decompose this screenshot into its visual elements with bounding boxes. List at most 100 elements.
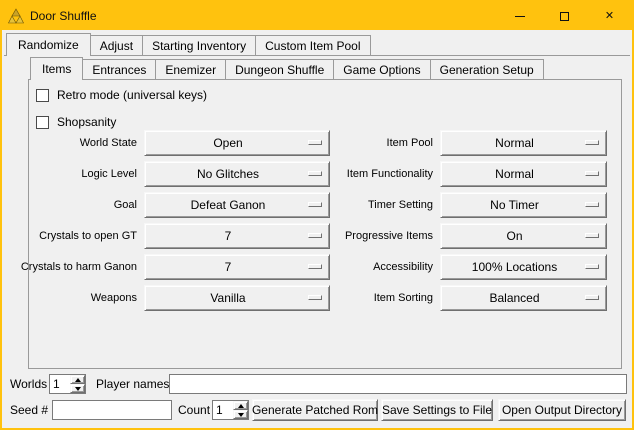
item-functionality-label: Item Functionality [347, 168, 433, 180]
item-pool-dropdown[interactable]: Normal [440, 130, 607, 156]
item-pool-value: Normal [495, 136, 534, 150]
timer-setting-dropdown[interactable]: No Timer [440, 192, 607, 218]
logic-level-dropdown[interactable]: No Glitches [144, 161, 330, 187]
tab-enemizer-label: Enemizer [165, 63, 216, 77]
tab-dungeon-shuffle-label: Dungeon Shuffle [235, 63, 324, 77]
tab-starting-inventory-label: Starting Inventory [152, 39, 246, 53]
timer-setting-value: No Timer [490, 198, 539, 212]
tab-generation-setup-label: Generation Setup [440, 63, 534, 77]
inner-tabbar: Items Entrances Enemizer Dungeon Shuffle… [30, 56, 543, 79]
arrow-down-icon [75, 387, 81, 391]
worlds-spinbox[interactable] [49, 374, 86, 394]
goal-value: Defeat Ganon [191, 198, 266, 212]
crystals-harm-ganon-dropdown[interactable]: 7 [144, 254, 330, 280]
tab-randomize[interactable]: Randomize [6, 33, 91, 56]
player-names-label: Player names [96, 374, 169, 394]
crystals-open-gt-dropdown[interactable]: 7 [144, 223, 330, 249]
app-icon [8, 8, 24, 24]
arrow-down-icon [238, 413, 244, 417]
count-input[interactable] [213, 401, 233, 419]
dropdown-indicator-icon [585, 295, 599, 300]
tab-enemizer[interactable]: Enemizer [155, 59, 226, 79]
logic-level-value: No Glitches [197, 167, 259, 181]
save-settings-button[interactable]: Save Settings to File [381, 399, 493, 421]
tab-items-label: Items [42, 62, 71, 76]
tab-entrances-label: Entrances [92, 63, 146, 77]
count-spinbox[interactable] [212, 400, 249, 420]
options-grid: World State Open Item Pool Normal Logic … [33, 130, 607, 311]
tab-dungeon-shuffle[interactable]: Dungeon Shuffle [225, 59, 334, 79]
weapons-label: Weapons [91, 292, 137, 304]
tab-custom-item-pool-label: Custom Item Pool [265, 39, 360, 53]
dropdown-indicator-icon [585, 233, 599, 238]
crystals-harm-ganon-value: 7 [225, 260, 232, 274]
crystals-open-gt-label: Crystals to open GT [39, 230, 137, 242]
progressive-items-label: Progressive Items [345, 230, 433, 242]
dropdown-indicator-icon [308, 140, 322, 145]
checkbox-retro-mode[interactable]: Retro mode (universal keys) [36, 85, 207, 105]
item-sorting-dropdown[interactable]: Balanced [440, 285, 607, 311]
arrow-up-icon [238, 404, 244, 408]
tab-custom-item-pool[interactable]: Custom Item Pool [255, 35, 370, 55]
items-tab-panel: Retro mode (universal keys) Shopsanity W… [28, 79, 622, 369]
worlds-increment-button[interactable] [70, 375, 85, 384]
count-spin-buttons [233, 401, 248, 419]
goal-dropdown[interactable]: Defeat Ganon [144, 192, 330, 218]
item-sorting-label: Item Sorting [374, 292, 433, 304]
worlds-spin-buttons [70, 375, 85, 393]
maximize-icon [560, 12, 569, 21]
tab-adjust[interactable]: Adjust [90, 35, 143, 55]
dropdown-indicator-icon [585, 202, 599, 207]
dropdown-indicator-icon [308, 264, 322, 269]
shopsanity-checkbox-box[interactable] [36, 116, 49, 129]
tab-entrances[interactable]: Entrances [82, 59, 156, 79]
tab-game-options-label: Game Options [343, 63, 420, 77]
dropdown-indicator-icon [308, 295, 322, 300]
world-state-label: World State [80, 137, 137, 149]
tab-randomize-label: Randomize [18, 38, 79, 52]
tab-generation-setup[interactable]: Generation Setup [430, 59, 544, 79]
worlds-decrement-button[interactable] [70, 384, 85, 393]
count-label: Count [178, 400, 210, 420]
close-button[interactable]: ✕ [587, 2, 632, 30]
count-increment-button[interactable] [233, 401, 248, 410]
minimize-button[interactable] [497, 2, 542, 30]
worlds-label: Worlds [10, 374, 47, 394]
world-state-value: Open [213, 136, 242, 150]
weapons-dropdown[interactable]: Vanilla [144, 285, 330, 311]
player-names-input[interactable] [169, 374, 627, 394]
accessibility-dropdown[interactable]: 100% Locations [440, 254, 607, 280]
accessibility-value: 100% Locations [472, 260, 557, 274]
dropdown-indicator-icon [308, 233, 322, 238]
dropdown-indicator-icon [585, 171, 599, 176]
timer-setting-label: Timer Setting [368, 199, 433, 211]
count-decrement-button[interactable] [233, 410, 248, 419]
app-window: Door Shuffle ✕ Randomize Adjust Starting… [0, 0, 634, 430]
item-functionality-dropdown[interactable]: Normal [440, 161, 607, 187]
goal-label: Goal [114, 199, 137, 211]
dropdown-indicator-icon [585, 140, 599, 145]
world-state-dropdown[interactable]: Open [144, 130, 330, 156]
generate-patched-rom-button[interactable]: Generate Patched Rom [252, 399, 378, 421]
outer-tabbar: Randomize Adjust Starting Inventory Cust… [6, 32, 370, 55]
checkbox-shopsanity[interactable]: Shopsanity [36, 112, 116, 132]
progressive-items-value: On [506, 229, 522, 243]
tab-starting-inventory[interactable]: Starting Inventory [142, 35, 256, 55]
open-output-directory-button[interactable]: Open Output Directory [498, 399, 626, 421]
seed-label: Seed # [10, 400, 48, 420]
maximize-button[interactable] [542, 2, 587, 30]
tab-adjust-label: Adjust [100, 39, 133, 53]
window-title: Door Shuffle [30, 9, 97, 23]
seed-input[interactable] [52, 400, 172, 420]
tab-items[interactable]: Items [30, 57, 83, 80]
dropdown-indicator-icon [308, 202, 322, 207]
worlds-input[interactable] [50, 375, 70, 393]
titlebar: Door Shuffle ✕ [2, 2, 632, 30]
retro-mode-checkbox-box[interactable] [36, 89, 49, 102]
close-icon: ✕ [605, 11, 614, 22]
item-sorting-value: Balanced [489, 291, 539, 305]
progressive-items-dropdown[interactable]: On [440, 223, 607, 249]
tab-game-options[interactable]: Game Options [333, 59, 430, 79]
weapons-value: Vanilla [210, 291, 245, 305]
crystals-open-gt-value: 7 [225, 229, 232, 243]
